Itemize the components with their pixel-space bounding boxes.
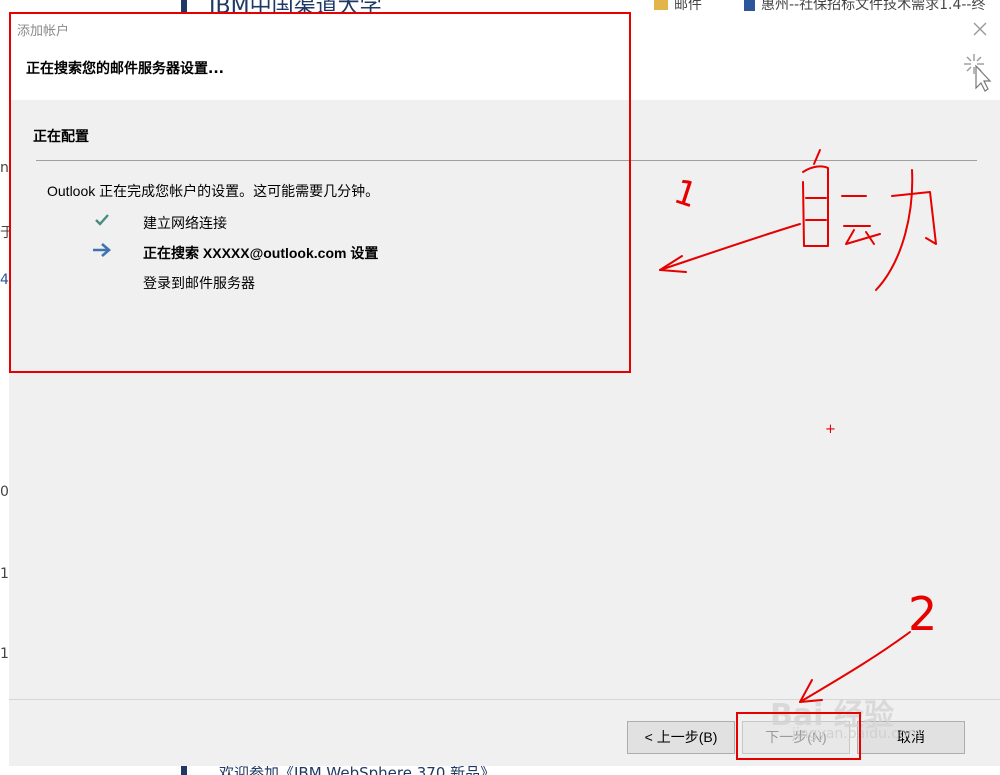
background-glyph: 1	[0, 566, 9, 582]
background-glyph: 1	[0, 646, 9, 662]
folder-icon	[654, 0, 668, 10]
background-folder-item[interactable]: 邮件	[654, 0, 702, 14]
background-glyph: n	[0, 160, 9, 176]
add-account-dialog: 添加帐户 正在搜索您的邮件服务器设置... 正在配置 Outlook 正在完成您…	[9, 14, 1000, 766]
background-document-label: 惠州--社保招标文件技术需求1.4--终	[761, 0, 986, 13]
background-folder-label: 邮件	[674, 0, 702, 13]
header-divider	[9, 99, 1000, 100]
arrow-right-icon	[91, 241, 113, 263]
back-button[interactable]: < 上一步(B)	[627, 721, 735, 754]
background-document-item[interactable]: 惠州--社保招标文件技术需求1.4--终	[744, 0, 985, 14]
background-top-strip: IBM中国渠道大学 邮件 惠州--社保招标文件技术需求1.4--终	[9, 0, 1000, 14]
background-bottom-strip: 欢迎参加《IBM WebSphere 370 新品》	[9, 766, 1000, 775]
dialog-title: 添加帐户	[17, 24, 70, 39]
section-divider	[36, 160, 977, 161]
screenshot-stage: n 于 4 0 1 1 IBM中国渠道大学 邮件 惠州--社保招标文件技术需求1…	[0, 0, 1000, 775]
background-glyph: 0	[0, 484, 9, 500]
background-accent-bar	[181, 0, 187, 14]
dialog-header: 添加帐户 正在搜索您的邮件服务器设置...	[9, 14, 1000, 100]
footer-divider	[9, 699, 1000, 700]
word-document-icon	[744, 0, 755, 11]
status-text: Outlook 正在完成您帐户的设置。这可能需要几分钟。	[47, 183, 380, 199]
close-icon[interactable]	[970, 20, 990, 40]
progress-step-label: 正在搜索 XXXXX@outlook.com 设置	[143, 245, 379, 261]
background-accent-bar	[181, 766, 187, 775]
progress-step-label: 建立网络连接	[143, 215, 227, 231]
background-headline: IBM中国渠道大学	[209, 0, 382, 14]
annotation-marker: +	[825, 422, 836, 437]
background-glyph: 4	[0, 272, 9, 288]
close-icon-glyph	[973, 22, 987, 36]
cancel-button[interactable]: 取消	[857, 721, 965, 754]
busy-cursor-icon	[962, 52, 992, 92]
background-glyph: 于	[0, 225, 9, 241]
background-bottom-text: 欢迎参加《IBM WebSphere 370 新品》	[219, 766, 496, 775]
next-button[interactable]: 下一步(N)	[742, 721, 850, 754]
check-icon	[91, 211, 113, 233]
progress-step-label: 登录到邮件服务器	[143, 275, 255, 291]
page-heading: 正在搜索您的邮件服务器设置...	[26, 61, 224, 77]
section-title: 正在配置	[33, 129, 89, 145]
